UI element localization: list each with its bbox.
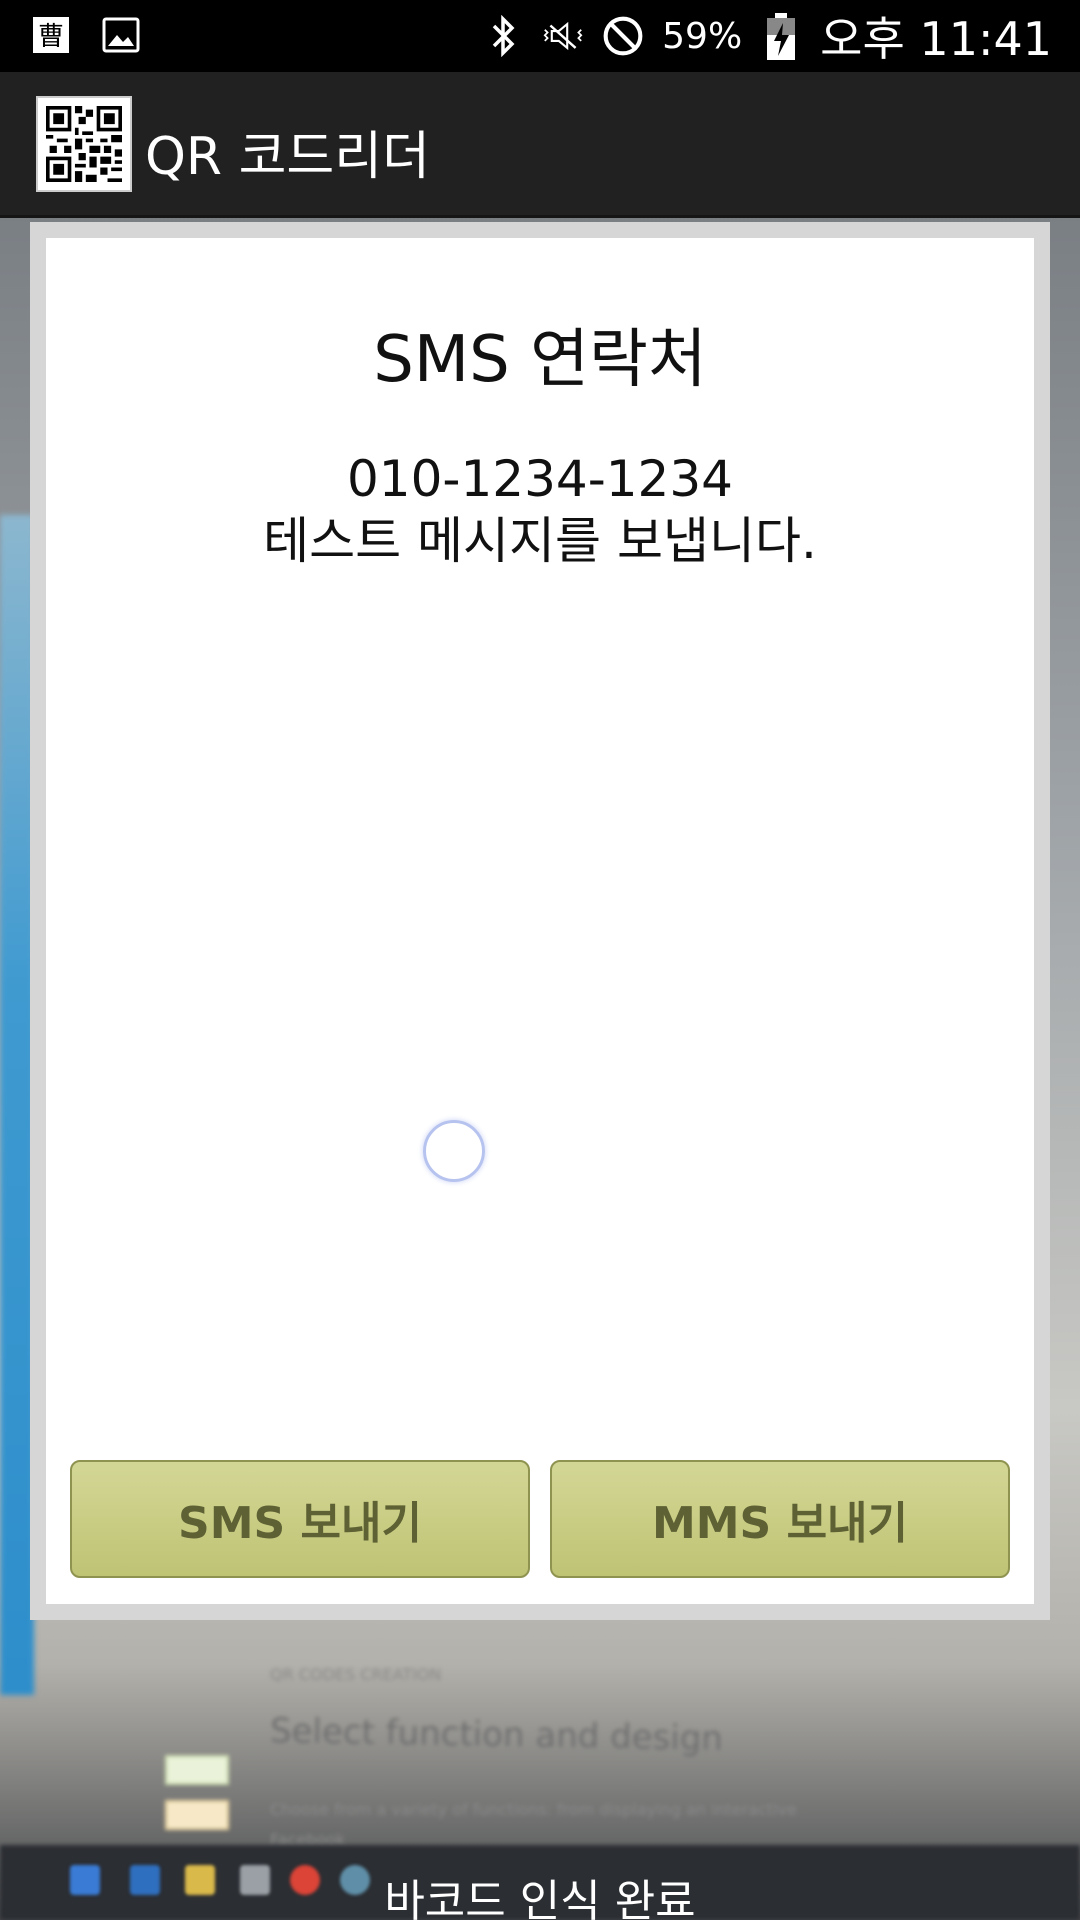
qr-code-icon[interactable] xyxy=(36,96,132,192)
notification-app-icon: 曹 xyxy=(30,14,72,56)
app-title: QR 코드리더 xyxy=(145,127,430,187)
gallery-icon xyxy=(100,14,142,56)
result-dialog-frame: SMS 연락처 010-1234-1234 테스트 메시지를 보냅니다. SMS… xyxy=(30,222,1050,1620)
dialog-title: SMS 연락처 xyxy=(373,323,707,397)
scan-status-text: 바코드 인식 완료 xyxy=(384,1876,696,1920)
result-dialog: SMS 연락처 010-1234-1234 테스트 메시지를 보냅니다. SMS… xyxy=(46,238,1034,1604)
do-not-disturb-icon xyxy=(602,15,644,57)
background-chip xyxy=(165,1755,229,1785)
vibrate-mute-icon xyxy=(542,15,584,57)
status-time: 오후 11:41 xyxy=(820,12,1052,66)
sms-phone-number: 010-1234-1234 xyxy=(346,450,733,508)
bluetooth-icon xyxy=(482,15,524,57)
sms-message-text: 테스트 메시지를 보냅니다. xyxy=(263,512,817,570)
app-bar: QR 코드리더 xyxy=(0,72,1080,218)
send-mms-button[interactable]: MMS 보내기 xyxy=(550,1460,1010,1578)
background-chip xyxy=(165,1800,229,1830)
loading-spinner xyxy=(423,1120,485,1182)
background-text-1: QR CODES CREATION xyxy=(270,1665,442,1684)
dialog-content: 010-1234-1234 테스트 메시지를 보냅니다. xyxy=(46,448,1034,572)
battery-charging-icon xyxy=(760,13,802,60)
svg-text:曹: 曹 xyxy=(38,22,64,52)
status-bar: 曹 59% 오후 11:41 xyxy=(0,0,1080,72)
background-text-2: Select function and design xyxy=(269,1711,724,1759)
background-blue-strip xyxy=(0,515,34,1695)
battery-percent: 59% xyxy=(662,15,743,57)
send-sms-button[interactable]: SMS 보내기 xyxy=(70,1460,530,1578)
